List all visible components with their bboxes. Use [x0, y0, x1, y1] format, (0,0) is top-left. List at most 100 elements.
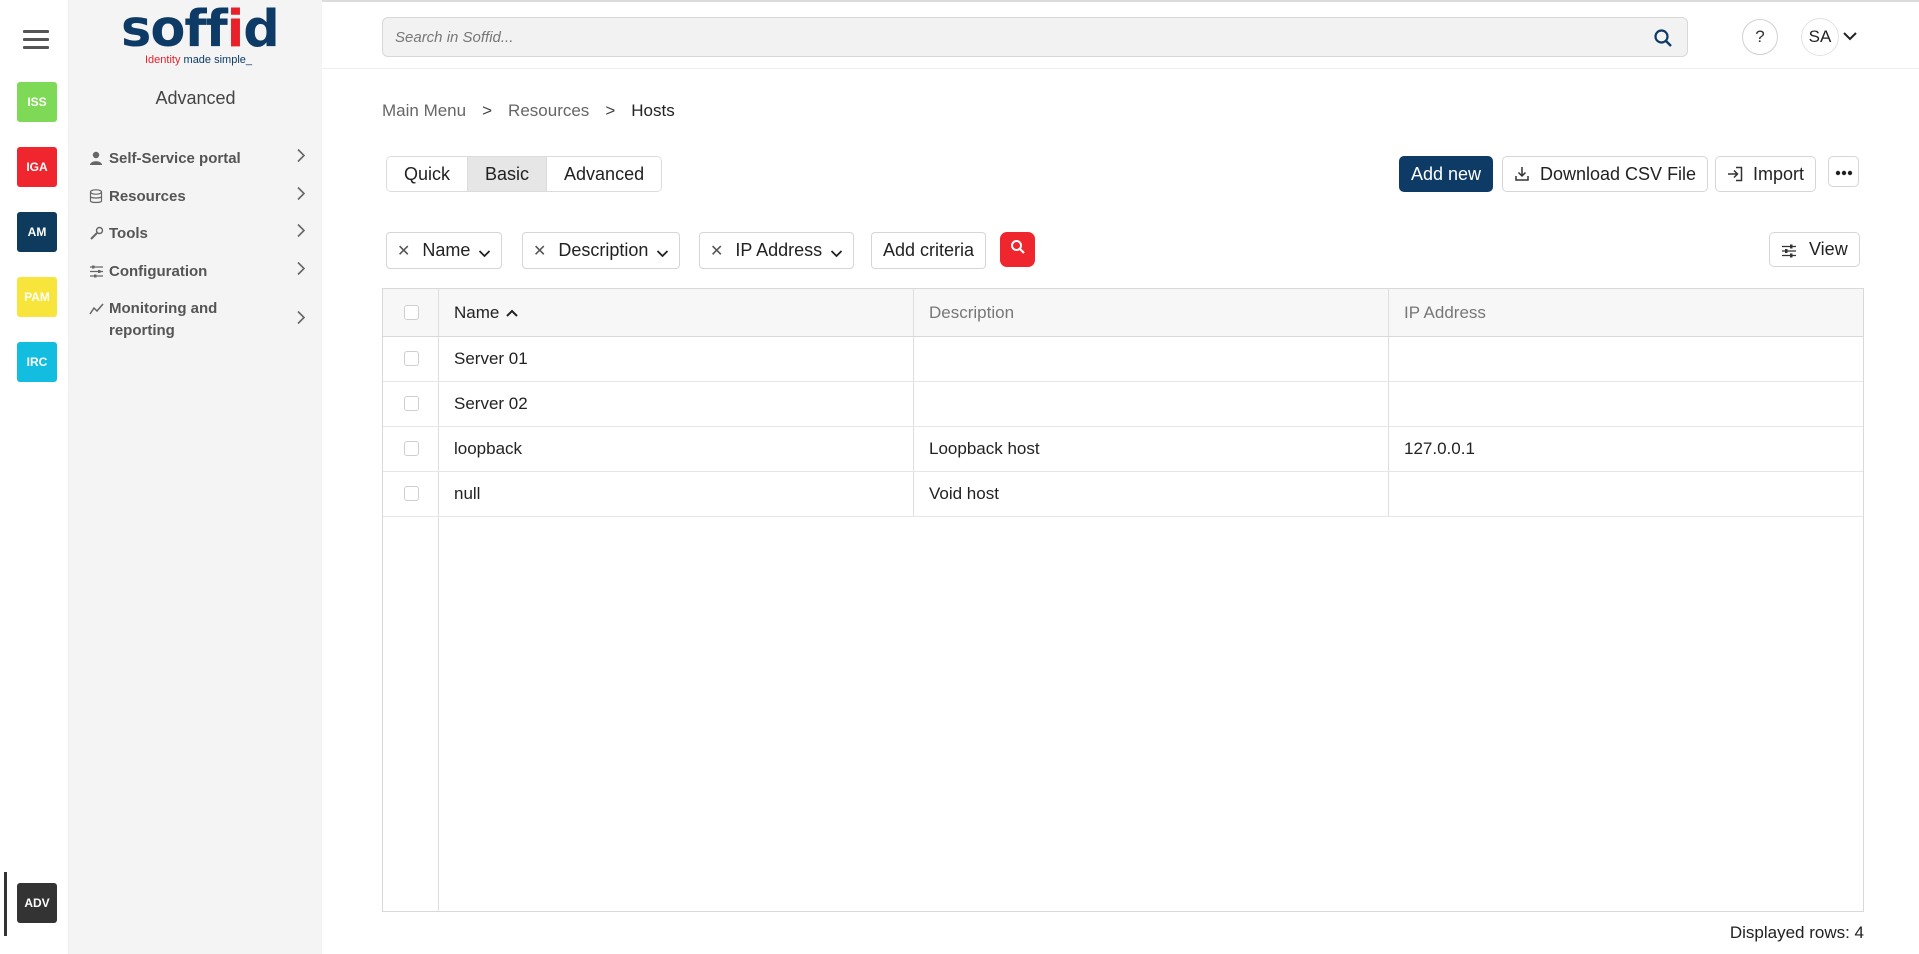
help-button[interactable]: ? — [1742, 19, 1778, 55]
menu-item-tools[interactable]: Tools — [87, 223, 312, 243]
breadcrumb-current: Hosts — [631, 101, 675, 120]
criteria-name[interactable]: ✕ Name — [386, 232, 503, 269]
criteria-label: Description — [558, 240, 649, 260]
sort-ascending-icon — [506, 309, 519, 317]
column-header-ip-address[interactable]: IP Address — [1389, 289, 1863, 336]
view-label: View — [1809, 239, 1848, 259]
table-row[interactable]: null Void host — [383, 472, 1863, 517]
breadcrumb: Main Menu > Resources > Hosts — [382, 101, 675, 121]
chevron-down-icon — [830, 244, 843, 258]
column-header-label: Name — [454, 303, 519, 323]
user-avatar[interactable]: SA — [1801, 18, 1839, 56]
module-rail: ISS IGA AM PAM IRC ADV — [0, 0, 69, 954]
menu-title: Advanced — [155, 88, 236, 108]
module-iga-button[interactable]: IGA — [17, 147, 57, 187]
chevron-down-icon[interactable] — [1842, 28, 1858, 44]
remove-criteria-icon[interactable]: ✕ — [397, 241, 410, 261]
column-header-description[interactable]: Description — [914, 289, 1389, 336]
database-icon — [87, 187, 105, 205]
row-checkbox[interactable] — [404, 396, 419, 411]
remove-criteria-icon[interactable]: ✕ — [533, 241, 546, 261]
cell-description: Loopback host — [914, 427, 1389, 471]
download-csv-label: Download CSV File — [1540, 163, 1697, 184]
chevron-right-icon — [296, 148, 306, 168]
criteria-description[interactable]: ✕ Description — [522, 232, 681, 269]
cell-name: loopback — [439, 427, 914, 471]
table-row[interactable]: Server 01 — [383, 337, 1863, 382]
global-search — [382, 17, 1688, 57]
row-checkbox[interactable] — [404, 351, 419, 366]
sliders-icon — [1781, 242, 1797, 258]
column-header-name[interactable]: Name — [439, 289, 914, 336]
breadcrumb-resources[interactable]: Resources — [508, 101, 589, 121]
table-body: Server 01 Server 02 loopback Loopback ho… — [383, 337, 1863, 517]
module-adv-button[interactable]: ADV — [17, 883, 57, 923]
empty-checkbox-column — [383, 517, 439, 911]
search-icon — [1010, 239, 1026, 260]
displayed-rows-count: Displayed rows: 4 — [1729, 923, 1864, 942]
column-header-label: IP Address — [1404, 303, 1486, 322]
module-pam-button[interactable]: PAM — [17, 277, 57, 317]
cell-text: Server 02 — [454, 394, 528, 413]
sliders-icon — [87, 262, 105, 280]
top-bar: ? SA — [322, 0, 1919, 69]
empty-column — [439, 517, 914, 911]
search-mode-tabs: Quick Basic Advanced — [386, 156, 663, 192]
search-icon[interactable] — [1653, 28, 1673, 48]
module-am-button[interactable]: AM — [17, 212, 57, 252]
menu-item-self-service-portal[interactable]: Self-Service portal — [87, 148, 312, 168]
tab-advanced[interactable]: Advanced — [547, 157, 662, 191]
menu-item-label: Monitoring and reporting — [109, 300, 218, 339]
more-options-button[interactable] — [1828, 156, 1859, 187]
header-checkbox-cell — [383, 289, 439, 336]
add-criteria-button[interactable]: Add criteria — [871, 232, 987, 269]
table-row[interactable]: loopback Loopback host 127.0.0.1 — [383, 427, 1863, 472]
select-all-checkbox[interactable] — [404, 305, 419, 320]
search-input[interactable] — [383, 18, 1623, 56]
chart-line-icon — [87, 300, 105, 318]
module-irc-button[interactable]: IRC — [17, 342, 57, 382]
side-menu: soffid Identity made simple_ Advanced Se… — [69, 0, 322, 954]
soffid-logo[interactable]: soffid Identity made simple_ — [121, 0, 280, 70]
menu-item-resources[interactable]: Resources — [87, 186, 312, 206]
wrench-icon — [87, 224, 105, 242]
row-checkbox-cell — [383, 427, 439, 471]
breadcrumb-main-menu[interactable]: Main Menu — [382, 101, 466, 121]
menu-item-configuration[interactable]: Configuration — [87, 261, 312, 281]
breadcrumb-separator: > — [482, 101, 493, 120]
cell-ip-address — [1389, 382, 1863, 426]
row-checkbox[interactable] — [404, 441, 419, 456]
column-header-label: Description — [929, 303, 1015, 322]
row-checkbox[interactable] — [404, 486, 419, 501]
table-row[interactable]: Server 02 — [383, 382, 1863, 427]
tab-basic[interactable]: Basic — [468, 157, 548, 191]
cell-ip-address — [1389, 472, 1863, 516]
menu-item-monitoring-and-reporting[interactable]: Monitoring and reporting — [87, 298, 312, 342]
criteria-ip-address[interactable]: ✕ IP Address — [699, 232, 855, 269]
module-iss-button[interactable]: ISS — [17, 82, 57, 122]
add-new-button[interactable]: Add new — [1399, 156, 1494, 192]
row-checkbox-cell — [383, 472, 439, 516]
view-options-button[interactable]: View — [1769, 232, 1860, 267]
chevron-down-icon — [656, 244, 669, 258]
active-module-marker — [4, 872, 7, 936]
row-checkbox-cell — [383, 337, 439, 381]
cell-text: Void host — [929, 484, 999, 503]
menu-item-label: Self-Service portal — [109, 149, 241, 167]
download-csv-button[interactable]: Download CSV File — [1502, 156, 1709, 192]
tab-quick[interactable]: Quick — [387, 157, 469, 191]
criteria-label: Name — [422, 240, 471, 260]
row-checkbox-cell — [383, 382, 439, 426]
menu-item-label: Configuration — [109, 262, 208, 280]
app-root: ISS IGA AM PAM IRC ADV soffid Identity m… — [0, 0, 1919, 954]
cell-name: Server 02 — [439, 382, 914, 426]
person-icon — [87, 149, 105, 167]
hamburger-menu-icon[interactable] — [23, 30, 49, 50]
cell-ip-address: 127.0.0.1 — [1389, 427, 1863, 471]
cell-description — [914, 337, 1389, 381]
import-button[interactable]: Import — [1715, 156, 1817, 192]
cell-name: null — [439, 472, 914, 516]
cell-text: 127.0.0.1 — [1404, 439, 1475, 458]
run-search-button[interactable] — [1000, 232, 1035, 267]
remove-criteria-icon[interactable]: ✕ — [710, 241, 723, 261]
